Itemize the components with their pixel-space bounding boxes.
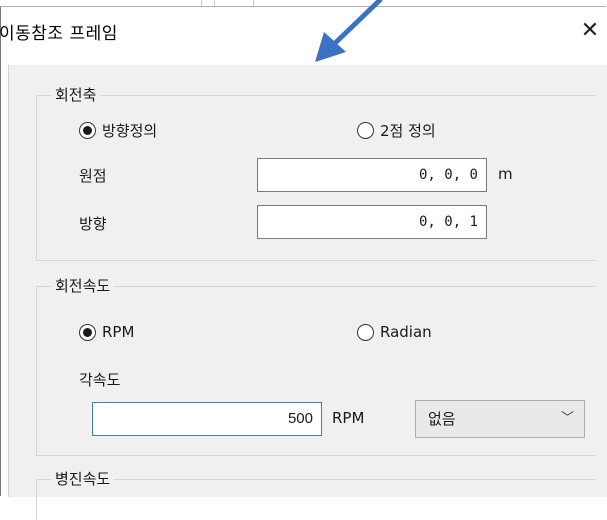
direction-label: 방향: [79, 215, 107, 233]
radio-rpm[interactable]: RPM: [79, 323, 134, 341]
angular-velocity-unit: RPM: [332, 409, 365, 427]
radio-label: RPM: [102, 323, 135, 341]
dropdown-value: 없음: [428, 410, 456, 428]
rotation-speed-legend: 회전속도: [51, 275, 115, 296]
radio-unchecked-icon: [357, 122, 374, 139]
radio-label: Radian: [380, 323, 432, 341]
radio-checked-icon: [79, 122, 96, 139]
radio-label: 방향정의: [102, 122, 158, 140]
angular-velocity-input[interactable]: 500: [92, 402, 322, 436]
pointer-arrow-icon: [315, 0, 383, 62]
radio-label: 2점 정의: [380, 122, 436, 140]
translation-speed-legend: 병진속도: [51, 468, 115, 489]
moving-reference-frame-dialog: 이동참조 프레임 ✕ 회전축 방향정의 2점 정의 원점 0, 0, 0 m 방…: [0, 6, 607, 520]
dialog-title: 이동참조 프레임: [0, 24, 118, 44]
radio-two-point-definition[interactable]: 2점 정의: [357, 120, 436, 141]
translation-speed-group: 병진속도: [36, 468, 596, 520]
close-button[interactable]: ✕: [575, 17, 605, 45]
angular-velocity-label: 각속도: [79, 371, 121, 389]
origin-input[interactable]: 0, 0, 0: [257, 158, 487, 192]
direction-input[interactable]: 0, 0, 1: [257, 205, 487, 239]
radio-direction-definition[interactable]: 방향정의: [79, 120, 157, 141]
dialog-content: 회전축 방향정의 2점 정의 원점 0, 0, 0 m 방향 0, 0, 1 회…: [8, 65, 607, 520]
radio-unchecked-icon: [357, 323, 374, 341]
rotation-axis-legend: 회전축: [51, 84, 101, 105]
radio-checked-icon: [79, 323, 96, 341]
rotation-axis-group: 회전축 방향정의 2점 정의 원점 0, 0, 0 m 방향 0, 0, 1: [36, 84, 596, 261]
origin-unit: m: [498, 165, 513, 183]
rotation-speed-group: 회전속도 RPM Radian 각속도 500 RPM 없음 ﹀: [36, 275, 596, 456]
unit-option-dropdown[interactable]: 없음 ﹀: [415, 400, 585, 438]
origin-label: 원점: [79, 167, 107, 185]
chevron-down-icon: ﹀: [560, 411, 574, 426]
radio-radian[interactable]: Radian: [357, 323, 432, 341]
